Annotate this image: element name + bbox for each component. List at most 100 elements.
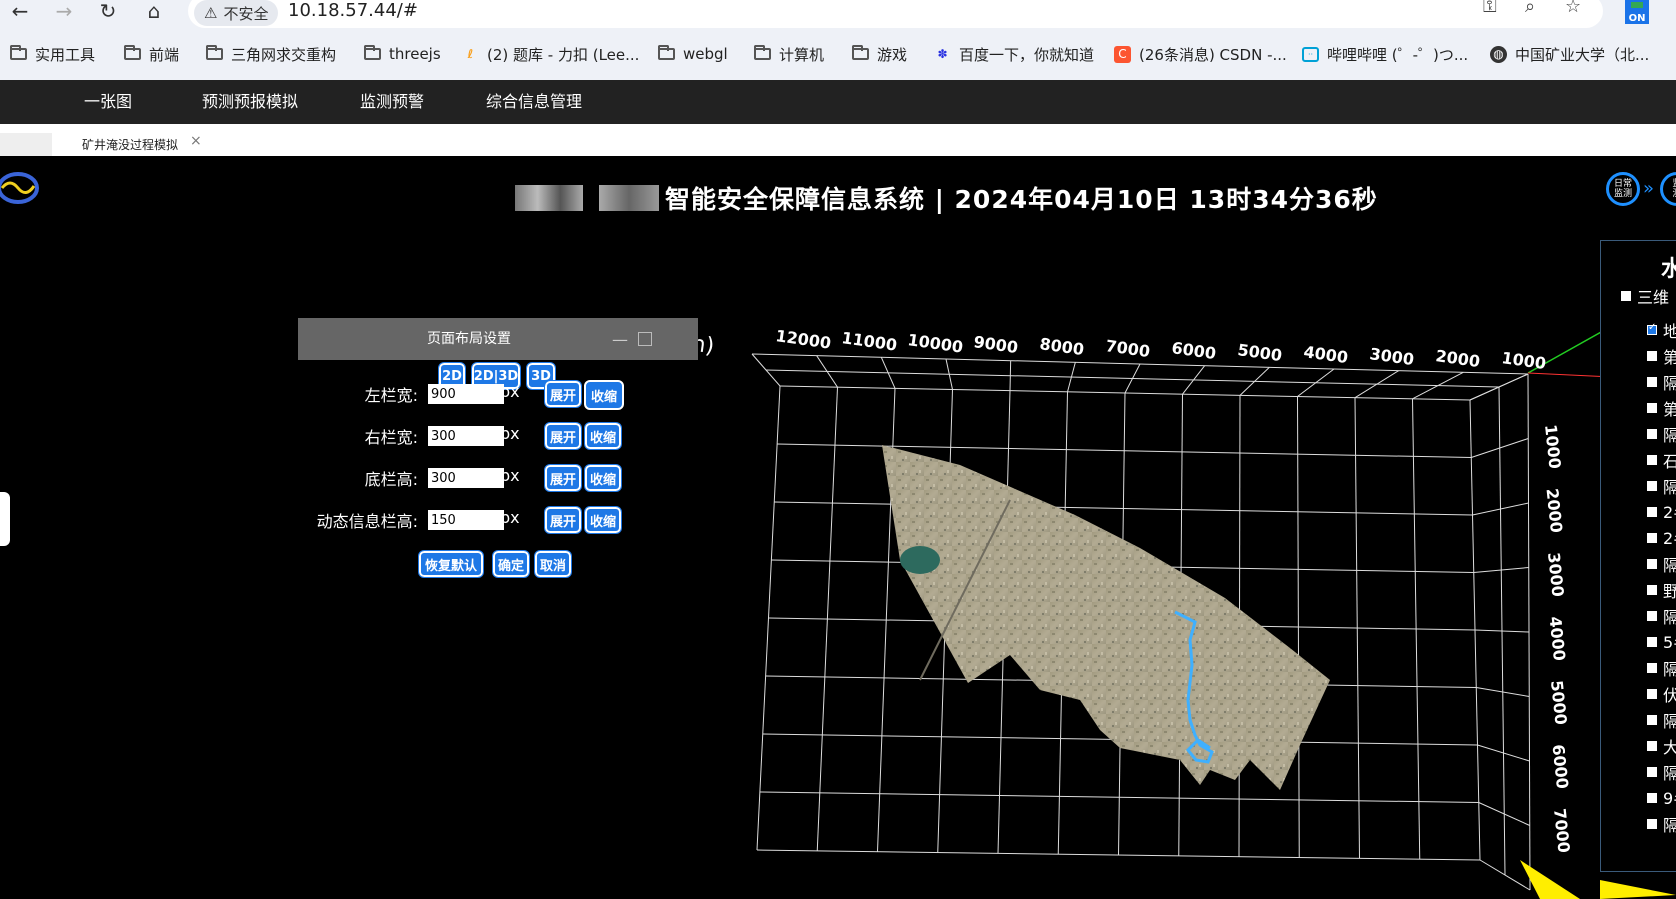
x-tick-label: 5000 — [1236, 340, 1283, 365]
expand-button[interactable]: 展开 — [544, 464, 582, 492]
collapse-button[interactable]: 收缩 — [584, 506, 622, 534]
layer-label: 隔 — [1663, 478, 1676, 497]
y-tick-label: 3000 — [1544, 551, 1568, 597]
unit-label: px — [500, 424, 520, 443]
dialog-header[interactable]: 页面布局设置 — — [298, 318, 698, 360]
expand-button[interactable]: 展开 — [544, 506, 582, 534]
layer-label: 第 — [1663, 348, 1676, 367]
layer-checkbox-item[interactable]: 伏 — [1647, 685, 1676, 705]
layer-checkbox[interactable] — [1647, 611, 1657, 621]
layer-checkbox-item[interactable]: 隔 — [1647, 659, 1676, 679]
layer-label: 隔 — [1663, 816, 1676, 835]
x-tick-label: 3000 — [1368, 344, 1415, 369]
layer-checkbox-item[interactable]: 隔 — [1647, 555, 1676, 575]
layer-checkbox[interactable] — [1647, 322, 1657, 335]
layer-label: 2# — [1663, 528, 1676, 548]
layer-checkbox-item[interactable]: 隔 — [1647, 373, 1676, 393]
layer-label: 隔 — [1663, 712, 1676, 731]
axis-marker-yellow — [1600, 880, 1676, 899]
collapse-button[interactable]: 收缩 — [584, 422, 622, 450]
layer-checkbox[interactable] — [1647, 689, 1657, 699]
layer-label: 隔 — [1663, 608, 1676, 627]
layer-checkbox[interactable] — [1647, 351, 1657, 361]
layer-checkbox-item[interactable]: 石 — [1647, 451, 1676, 471]
y-tick-label: 5000 — [1547, 679, 1571, 725]
layer-label: 地 — [1663, 322, 1676, 341]
left-width-label: 左栏宽: — [364, 386, 418, 405]
layer-checkbox-item[interactable]: 2# — [1647, 502, 1676, 522]
left-width-input[interactable] — [428, 384, 504, 404]
restore-default-button[interactable]: 恢复默认 — [418, 550, 484, 578]
layer-checkbox[interactable] — [1647, 403, 1657, 413]
unit-label: px — [500, 466, 520, 485]
left-edge-toggle[interactable] — [0, 492, 10, 546]
layer-label: 三维 — [1637, 288, 1670, 307]
layer-checkbox[interactable] — [1647, 377, 1657, 387]
right-width-input[interactable] — [428, 426, 504, 446]
layer-label: 隔 — [1663, 556, 1676, 575]
layer-checkbox-item[interactable]: 9# — [1647, 788, 1676, 808]
layer-checkbox-item[interactable]: 隔 — [1647, 425, 1676, 445]
maximize-icon[interactable] — [638, 332, 652, 346]
confirm-button[interactable]: 确定 — [492, 550, 530, 578]
layer-checkbox-item[interactable]: 隔 — [1647, 607, 1676, 627]
layer-checkbox[interactable] — [1647, 637, 1657, 647]
axis-marker-yellow — [1520, 860, 1580, 899]
layer-label: 野 — [1663, 582, 1676, 601]
bottom-height-input[interactable] — [428, 468, 504, 488]
layer-label: 石 — [1663, 452, 1676, 471]
layer-checkbox-item[interactable]: 5# — [1647, 633, 1676, 652]
layer-checkbox-item[interactable]: 第 — [1647, 399, 1676, 419]
layer-checkbox[interactable] — [1647, 715, 1657, 725]
layer-checkbox[interactable] — [1647, 481, 1657, 491]
layer-checkbox[interactable] — [1647, 559, 1657, 569]
layer-checkbox[interactable] — [1647, 819, 1657, 829]
layer-checkbox-item[interactable]: 隔 — [1647, 477, 1676, 497]
layer-checkbox-item[interactable]: 隔 — [1647, 711, 1676, 731]
cancel-button[interactable]: 取消 — [534, 550, 572, 578]
layer-checkbox[interactable] — [1621, 291, 1631, 301]
layer-checkbox-item[interactable]: 野 — [1647, 581, 1676, 601]
layer-label: 9# — [1663, 788, 1676, 808]
layer-checkbox[interactable] — [1647, 507, 1657, 517]
layer-checkbox[interactable] — [1647, 741, 1657, 751]
layer-label: 隔 — [1663, 374, 1676, 393]
layer-checkbox-item[interactable]: 地 — [1647, 321, 1676, 341]
x-tick-label: 2000 — [1434, 346, 1481, 371]
layer-checkbox[interactable] — [1647, 767, 1657, 777]
layer-label: 2# — [1663, 502, 1676, 522]
satellite-terrain — [882, 445, 1330, 790]
scene-3d[interactable]: 12000 11000 10000 9000 8000 7000 6000 5000 4000 3… — [0, 0, 1676, 899]
layer-checkbox[interactable] — [1647, 533, 1657, 543]
layer-label: 第 — [1663, 400, 1676, 419]
x-tick-label: 1000 — [1500, 348, 1547, 373]
dynamic-info-height-label: 动态信息栏高: — [316, 512, 418, 531]
layer-checkbox[interactable] — [1647, 663, 1657, 673]
layer-checkbox-item[interactable]: 三维 — [1621, 287, 1670, 307]
collapse-button[interactable]: 收缩 — [584, 380, 624, 410]
x-tick-label: 7000 — [1104, 336, 1151, 361]
panel-title: 水 — [1661, 257, 1676, 282]
layer-checkbox[interactable] — [1647, 429, 1657, 439]
unit-label: px — [500, 508, 520, 527]
right-layer-panel: 水 三维地第隔第隔石隔2#2#隔野隔5#隔伏隔大隔9#隔 — [1600, 240, 1676, 872]
layer-checkbox[interactable] — [1647, 793, 1657, 803]
y-tick-label: 7000 — [1550, 807, 1574, 853]
x-axis-ticks: 12000 11000 10000 9000 8000 7000 6000 5000 4000 3… — [774, 326, 1547, 373]
layer-checkbox-item[interactable]: 第 — [1647, 347, 1676, 367]
expand-button[interactable]: 展开 — [544, 380, 582, 408]
x-tick-label: 6000 — [1170, 338, 1217, 363]
terrain-surface — [882, 445, 1330, 790]
layer-checkbox[interactable] — [1647, 585, 1657, 595]
layer-checkbox-item[interactable]: 2# — [1647, 528, 1676, 548]
layer-checkbox-item[interactable]: 隔 — [1647, 763, 1676, 783]
collapse-button[interactable]: 收缩 — [584, 464, 622, 492]
expand-button[interactable]: 展开 — [544, 422, 582, 450]
layer-checkbox[interactable] — [1647, 455, 1657, 465]
layer-checkbox-item[interactable]: 隔 — [1647, 815, 1676, 835]
y-tick-label: 4000 — [1546, 615, 1570, 661]
minimize-icon[interactable]: — — [612, 330, 628, 349]
dynamic-info-height-input[interactable] — [428, 510, 504, 530]
layer-checkbox-item[interactable]: 大 — [1647, 737, 1676, 757]
layer-label: 隔 — [1663, 764, 1676, 783]
